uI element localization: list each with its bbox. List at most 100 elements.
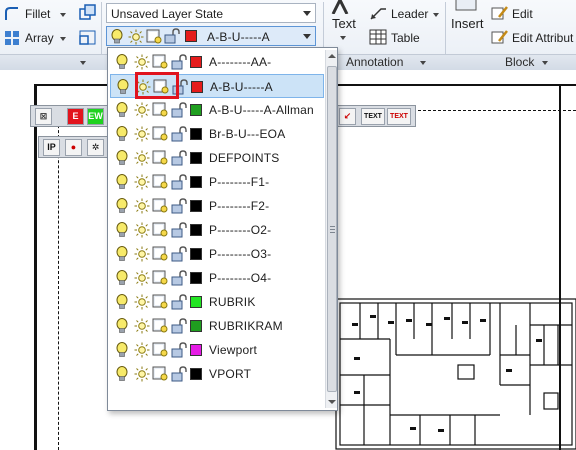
layer-thaw-icon[interactable]	[134, 126, 150, 145]
layer-color-swatch[interactable]	[190, 176, 202, 188]
lock-open-icon[interactable]	[171, 246, 187, 265]
layer-color-swatch[interactable]	[190, 320, 202, 332]
layer-color-swatch[interactable]	[190, 128, 202, 140]
modify-expand-icon[interactable]	[80, 61, 86, 65]
layer-thaw-icon[interactable]	[134, 366, 150, 385]
scroll-up-icon[interactable]	[328, 54, 336, 58]
layer-color-swatch[interactable]	[190, 272, 202, 284]
layer-row[interactable]: DEFPOINTS	[110, 146, 324, 170]
layer-color-swatch[interactable]	[190, 224, 202, 236]
layer-on-icon[interactable]	[116, 126, 128, 145]
lock-open-icon[interactable]	[171, 174, 187, 193]
layer-thaw-icon[interactable]	[134, 270, 150, 289]
text-label[interactable]: Text	[332, 16, 356, 31]
layer-on-icon[interactable]	[116, 294, 128, 313]
text-dropdown-icon[interactable]	[340, 36, 346, 40]
floating-toolbar[interactable]: ⊠ E EW	[30, 105, 108, 127]
layer-on-icon[interactable]	[116, 318, 128, 337]
toolbar-button-2[interactable]: E	[67, 108, 84, 125]
edit-block-icon[interactable]	[491, 5, 509, 24]
toolbar-button-arrow-icon[interactable]: ↙	[339, 108, 356, 125]
array-icon[interactable]	[4, 30, 20, 49]
table-label[interactable]: Table	[391, 31, 420, 45]
scrollbar[interactable]	[325, 50, 337, 408]
annotation-panel-title[interactable]: Annotation	[346, 55, 403, 69]
viewport-freeze-icon[interactable]	[152, 174, 169, 193]
lock-open-icon[interactable]	[171, 150, 187, 169]
viewport-freeze-icon[interactable]	[152, 366, 169, 385]
layer-color-swatch[interactable]	[190, 344, 202, 356]
block-expand-icon[interactable]	[542, 61, 548, 65]
fillet-dropdown-icon[interactable]	[60, 13, 66, 17]
offset-icon[interactable]	[78, 4, 98, 25]
lock-open-icon[interactable]	[171, 126, 187, 145]
layer-thaw-icon[interactable]	[134, 54, 150, 73]
lock-open-icon[interactable]	[171, 318, 187, 337]
toolbar-button-3[interactable]: EW	[87, 108, 104, 125]
lock-open-icon[interactable]	[171, 54, 187, 73]
chevron-down-icon[interactable]	[303, 34, 311, 39]
layer-thaw-icon[interactable]	[134, 294, 150, 313]
toolbar-button-text-2[interactable]: TEXT	[387, 108, 411, 125]
layer-on-icon[interactable]	[116, 366, 128, 385]
layer-color-swatch[interactable]	[190, 200, 202, 212]
layer-row[interactable]: Viewport	[110, 338, 324, 362]
layer-on-icon[interactable]	[116, 198, 128, 217]
layer-state-combo[interactable]: Unsaved Layer State	[106, 3, 316, 23]
layer-color-swatch[interactable]	[191, 81, 203, 93]
scale-icon[interactable]	[78, 29, 98, 50]
layer-thaw-icon[interactable]	[134, 318, 150, 337]
current-layer-combo[interactable]: A-B-U-----A	[106, 26, 316, 46]
layer-on-icon[interactable]	[116, 102, 128, 121]
layer-row[interactable]: P--------O4-	[110, 266, 324, 290]
layer-on-icon[interactable]	[116, 246, 128, 265]
viewport-freeze-icon[interactable]	[152, 54, 169, 73]
viewport-freeze-icon[interactable]	[152, 150, 169, 169]
edit-label[interactable]: Edit	[512, 7, 533, 21]
layer-row[interactable]: P--------O3-	[110, 242, 324, 266]
layer-row[interactable]: P--------O2-	[110, 218, 324, 242]
block-panel-title[interactable]: Block	[505, 55, 534, 69]
lock-open-icon[interactable]	[171, 198, 187, 217]
lock-open-icon[interactable]	[171, 102, 187, 121]
layer-on-icon[interactable]	[116, 174, 128, 193]
layer-row[interactable]: RUBRIKRAM	[110, 314, 324, 338]
layer-color-swatch[interactable]	[190, 296, 202, 308]
layer-row[interactable]: A-B-U-----A-Allman	[110, 98, 324, 122]
lock-open-icon[interactable]	[171, 342, 187, 361]
chevron-down-icon[interactable]	[303, 11, 311, 16]
layer-on-icon[interactable]	[116, 150, 128, 169]
viewport-freeze-icon[interactable]	[152, 294, 169, 313]
layer-color-swatch[interactable]	[190, 104, 202, 116]
viewport-freeze-icon[interactable]	[152, 270, 169, 289]
toolbar-button-paint-icon[interactable]: ●	[65, 139, 82, 156]
layer-row[interactable]: P--------F1-	[110, 170, 324, 194]
layer-thaw-icon[interactable]	[134, 342, 150, 361]
array-dropdown-icon[interactable]	[60, 37, 66, 41]
table-icon[interactable]	[369, 29, 387, 48]
viewport-freeze-icon[interactable]	[152, 318, 169, 337]
layer-dropdown-list[interactable]: A--------AA- A-B-U-----A A-B-U-----A-Allma…	[107, 47, 338, 411]
floating-toolbar[interactable]: IP ● ✲	[38, 136, 108, 158]
layer-row[interactable]: RUBRIK	[110, 290, 324, 314]
edit-attributes-icon[interactable]	[491, 29, 509, 48]
insert-block-icon[interactable]	[453, 0, 479, 15]
toolbar-button-gear-icon[interactable]: ✲	[87, 139, 104, 156]
viewport-freeze-icon[interactable]	[152, 102, 169, 121]
toolbar-button-text-1[interactable]: TEXT	[361, 108, 385, 125]
layer-thaw-icon[interactable]	[134, 174, 150, 193]
layer-on-icon[interactable]	[117, 79, 129, 98]
layer-thaw-icon[interactable]	[134, 198, 150, 217]
viewport-freeze-icon[interactable]	[152, 198, 169, 217]
fillet-icon[interactable]	[4, 6, 20, 25]
layer-color-swatch[interactable]	[190, 368, 202, 380]
lock-open-icon[interactable]	[171, 270, 187, 289]
viewport-freeze-icon[interactable]	[152, 126, 169, 145]
lock-open-icon[interactable]	[171, 366, 187, 385]
annotation-expand-icon[interactable]	[420, 61, 426, 65]
leader-dropdown-icon[interactable]	[433, 13, 439, 17]
scrollbar-thumb[interactable]	[327, 66, 337, 392]
lock-open-icon[interactable]	[171, 294, 187, 313]
leader-icon[interactable]	[369, 5, 387, 24]
text-icon[interactable]	[331, 0, 357, 17]
